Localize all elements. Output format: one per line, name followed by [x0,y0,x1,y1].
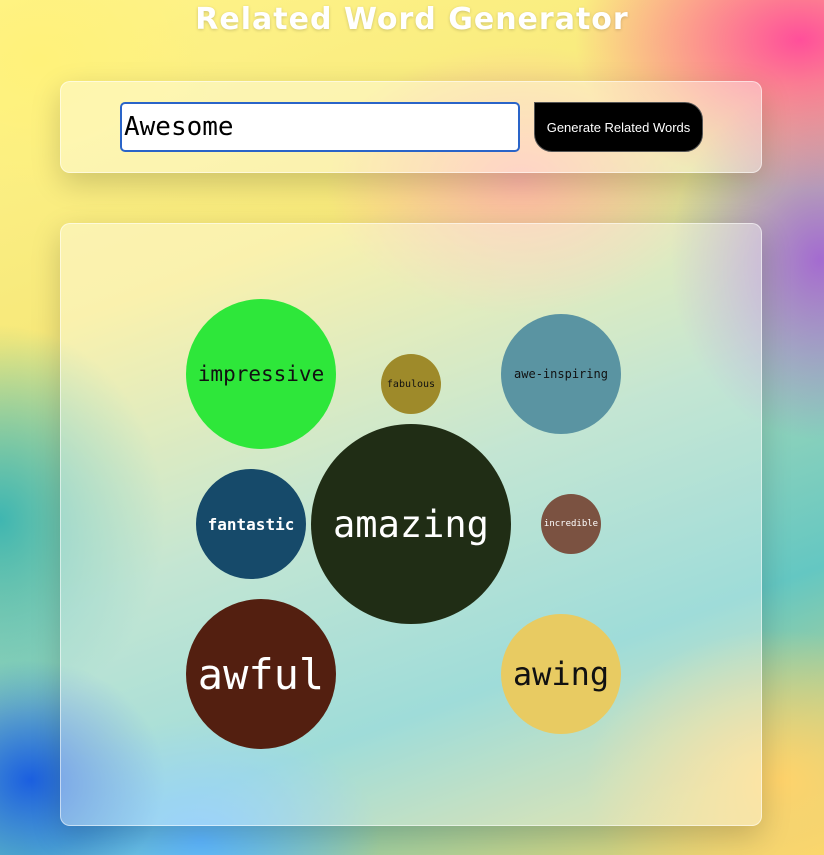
word-bubble-fabulous[interactable]: fabulous [381,354,441,414]
word-bubble-impressive[interactable]: impressive [186,299,336,449]
word-bubble-incredible[interactable]: incredible [541,494,601,554]
word-bubble-awe-inspiring[interactable]: awe-inspiring [501,314,621,434]
word-input[interactable] [120,102,520,152]
word-bubble-awful[interactable]: awful [186,599,336,749]
word-bubble-amazing[interactable]: amazing [311,424,511,624]
generate-related-words-button[interactable]: Generate Related Words [534,102,703,152]
app-title: Related Word Generator [195,2,629,37]
word-bubble-fantastic[interactable]: fantastic [196,469,306,579]
search-panel: Generate Related Words [60,81,762,173]
word-cloud-panel: impressive fabulous awe-inspiring fantas… [60,223,762,826]
word-bubble-awing[interactable]: awing [501,614,621,734]
